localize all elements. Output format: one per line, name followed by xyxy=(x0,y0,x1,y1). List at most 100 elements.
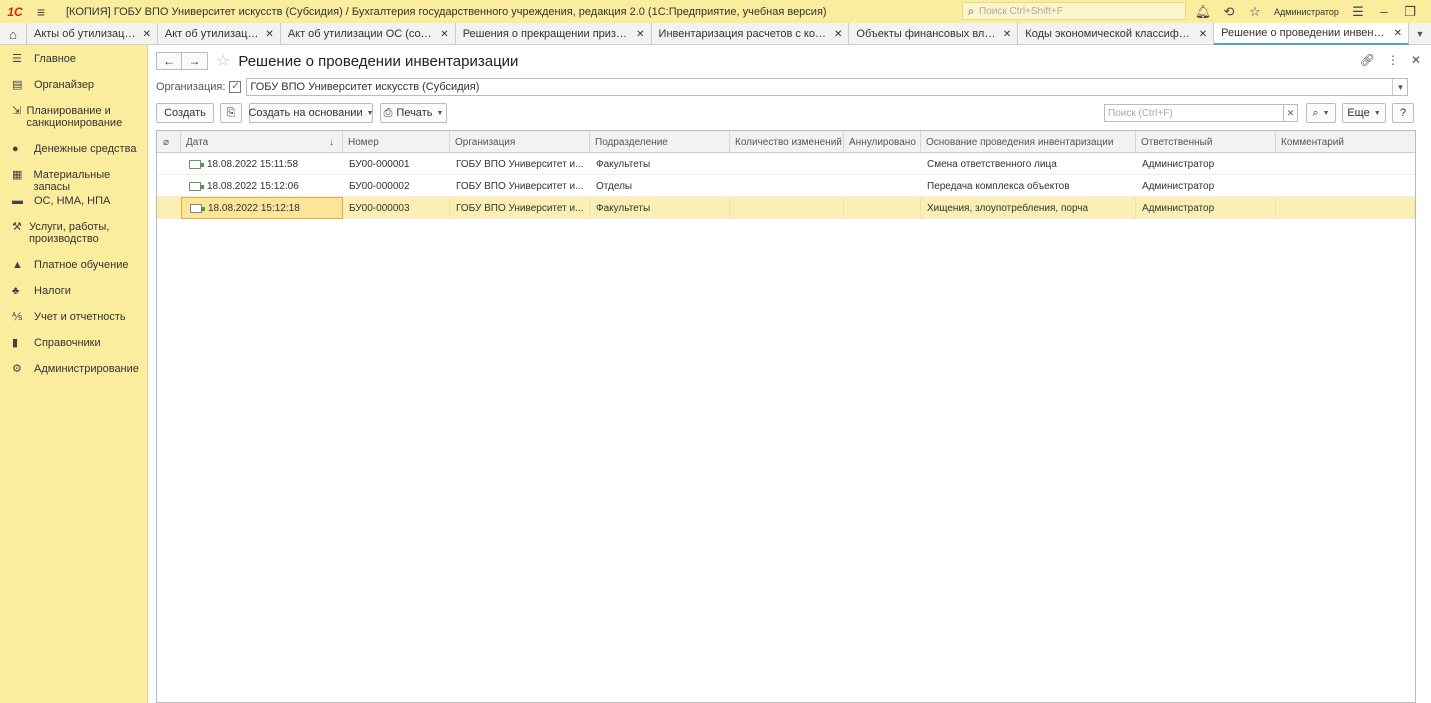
main-menu-icon[interactable]: ≡ xyxy=(30,0,52,23)
more-vertical-icon[interactable]: ⋮ xyxy=(1387,53,1399,67)
column-basis[interactable]: Основание проведения инвентаризации xyxy=(921,131,1136,153)
attachment-column-icon[interactable]: ⌀ xyxy=(157,131,181,153)
sidebar-item-stock[interactable]: ▦ Материальные запасы xyxy=(0,161,147,193)
graduation-icon: ▲ xyxy=(12,259,23,271)
history-icon[interactable]: ⟲ xyxy=(1216,4,1242,20)
tab-inventory-settlements[interactable]: Инвентаризация расчетов с контраг... ✕ xyxy=(652,23,850,45)
cell-responsible: Администратор xyxy=(1142,180,1215,192)
tab-close-icon[interactable]: ✕ xyxy=(1003,29,1011,40)
sidebar-item-taxes[interactable]: ♣ Налоги xyxy=(0,277,147,303)
command-bar: Создать ⎘ Создать на основании ▼ ⎙ Печать ▼… xyxy=(156,103,1416,123)
tab-close-icon[interactable]: ✕ xyxy=(834,29,842,40)
sidebar-item-label: Учет и отчетность xyxy=(34,311,126,323)
date-value: 18.08.2022 15:12:06 xyxy=(207,180,299,192)
table-row[interactable]: 18.08.2022 15:11:58 БУ00-000001 ГОБУ ВПО… xyxy=(157,153,1415,175)
home-icon[interactable]: ⌂ xyxy=(0,23,27,45)
open-windows-tabbar: ⌂ Акты об утилизации МЗ ✕ Акт об утилиза… xyxy=(0,23,1431,45)
tab-label: Коды экономической классификаци... xyxy=(1025,28,1193,40)
close-icon[interactable]: ✕ xyxy=(1423,4,1431,20)
organization-filter-checkbox[interactable]: ✓ xyxy=(229,81,242,93)
chevron-down-icon[interactable]: ▼ xyxy=(1392,79,1407,95)
date-value: 18.08.2022 15:12:18 xyxy=(208,202,300,214)
help-button[interactable]: ? xyxy=(1392,103,1414,123)
column-comment[interactable]: Комментарий xyxy=(1276,131,1415,153)
form-header: ← → ☆ Решение о проведении инвентаризаци… xyxy=(156,51,518,71)
sidebar-item-label: Услуги, работы, производство xyxy=(28,221,110,245)
tab-economic-codes[interactable]: Коды экономической классификаци... ✕ xyxy=(1018,23,1215,45)
documents-table[interactable]: ⌀ Дата ↓ Номер Организация Подразделение… xyxy=(156,130,1416,703)
caret-down-icon: ▼ xyxy=(366,109,374,117)
sidebar-item-reports[interactable]: ⅍ Учет и отчетность xyxy=(0,303,147,329)
tab-close-icon[interactable]: ✕ xyxy=(143,29,151,40)
forward-arrow-icon[interactable]: → xyxy=(182,52,208,70)
organization-field[interactable]: ГОБУ ВПО Университет искусств (Субсидия)… xyxy=(246,78,1409,96)
column-date[interactable]: Дата ↓ xyxy=(181,131,343,153)
sidebar-item-label: Материальные запасы xyxy=(33,169,111,193)
sidebar-item-organizer[interactable]: ▤ Органайзер xyxy=(0,71,147,97)
tab-label: Решение о проведении инвентариз... xyxy=(1221,27,1388,39)
1c-logo[interactable]: 1С xyxy=(0,0,30,23)
close-form-icon[interactable]: ✕ xyxy=(1411,53,1421,67)
column-organization[interactable]: Организация xyxy=(450,131,590,153)
favorite-star-icon[interactable]: ☆ xyxy=(216,51,230,71)
more-button[interactable]: Еще ▼ xyxy=(1342,103,1386,123)
sidebar-item-catalogs[interactable]: ▮ Справочники xyxy=(0,329,147,355)
tab-financial-investments[interactable]: Объекты финансовых вложений ✕ xyxy=(849,23,1019,45)
tab-close-icon[interactable]: ✕ xyxy=(440,29,448,40)
cell-comment xyxy=(1276,197,1415,219)
cell-date: 18.08.2022 15:12:06 xyxy=(181,175,343,197)
sidebar-item-admin[interactable]: ⚙ Администрирование xyxy=(0,355,147,381)
organizer-icon: ▤ xyxy=(12,79,23,91)
settings-menu-icon[interactable]: ☰ xyxy=(1345,4,1371,20)
back-arrow-icon[interactable]: ← xyxy=(156,52,182,70)
tab-utilization-os-create[interactable]: Акт об утилизации ОС (создание) ✕ xyxy=(281,23,456,45)
sidebar-item-label: Платное обучение xyxy=(34,259,129,271)
tab-inventory-decision[interactable]: Решение о проведении инвентариз... ✕ xyxy=(1214,23,1409,45)
sidebar-item-label: Органайзер xyxy=(34,79,95,91)
minimize-icon[interactable]: – xyxy=(1371,4,1397,19)
tabs-dropdown-icon[interactable]: ▼ xyxy=(1409,23,1431,45)
cell-basis: Передача комплекса объектов xyxy=(927,180,1070,192)
print-button[interactable]: ⎙ Печать ▼ xyxy=(380,103,447,123)
copy-document-icon[interactable]: ⎘ xyxy=(220,103,242,123)
tab-label: Акт об утилизации ОС (создание) xyxy=(287,28,435,40)
sidebar-item-main[interactable]: ☰ Главное xyxy=(0,45,147,71)
search-icon: ⌕ xyxy=(1312,106,1319,119)
column-changes-count[interactable]: Количество изменений xyxy=(730,131,844,153)
column-department[interactable]: Подразделение xyxy=(590,131,730,153)
link-icon[interactable]: 🔗︎ xyxy=(1360,53,1375,67)
sidebar-item-services[interactable]: ⚒ Услуги, работы, производство xyxy=(0,213,147,251)
tab-termination-decisions[interactable]: Решения о прекращении признания... ✕ xyxy=(456,23,652,45)
tab-utilization-mz[interactable]: Акты об утилизации МЗ ✕ xyxy=(27,23,158,45)
caret-down-icon: ▼ xyxy=(436,109,444,117)
clear-search-icon[interactable]: ✕ xyxy=(1284,104,1298,122)
table-row[interactable]: 18.08.2022 15:12:06 БУ00-000002 ГОБУ ВПО… xyxy=(157,175,1415,197)
create-button[interactable]: Создать xyxy=(156,103,214,123)
create-based-on-button[interactable]: Создать на основании ▼ xyxy=(248,103,374,123)
current-user[interactable]: Администратор xyxy=(1274,7,1339,17)
sidebar-item-education[interactable]: ▲ Платное обучение xyxy=(0,251,147,277)
tab-utilization-os[interactable]: Акт об утилизации ОС ✕ xyxy=(158,23,281,45)
search-options-button[interactable]: ⌕ ▼ xyxy=(1306,103,1336,123)
bell-icon[interactable]: 🔔︎ xyxy=(1190,4,1216,20)
column-annulled[interactable]: Аннулировано xyxy=(844,131,921,153)
sidebar-item-money[interactable]: ● Денежные средства xyxy=(0,135,147,161)
caret-down-icon: ▼ xyxy=(1322,109,1330,117)
favorites-star-icon[interactable]: ☆ xyxy=(1242,4,1268,20)
tab-close-icon[interactable]: ✕ xyxy=(1199,29,1207,40)
column-responsible[interactable]: Ответственный xyxy=(1136,131,1276,153)
column-number[interactable]: Номер xyxy=(343,131,450,153)
search-input[interactable] xyxy=(1104,104,1284,122)
more-label: Еще xyxy=(1347,107,1370,119)
tab-close-icon[interactable]: ✕ xyxy=(265,29,273,40)
tab-close-icon[interactable]: ✕ xyxy=(1394,28,1402,39)
cell-organization: ГОБУ ВПО Университет и... xyxy=(450,197,590,219)
tab-label: Акты об утилизации МЗ xyxy=(33,28,138,40)
restore-icon[interactable]: ❐ xyxy=(1397,4,1423,20)
sidebar-item-planning[interactable]: ⇲ Планирование и санкционирование xyxy=(0,97,147,135)
table-header: ⌀ Дата ↓ Номер Организация Подразделение… xyxy=(157,131,1415,153)
cell-department: Отделы xyxy=(596,180,633,192)
table-row-selected[interactable]: 18.08.2022 15:12:18 БУ00-000003 ГОБУ ВПО… xyxy=(157,197,1415,219)
global-search[interactable]: ⌕ Поиск Ctrl+Shift+F xyxy=(962,2,1186,20)
tab-close-icon[interactable]: ✕ xyxy=(636,29,644,40)
